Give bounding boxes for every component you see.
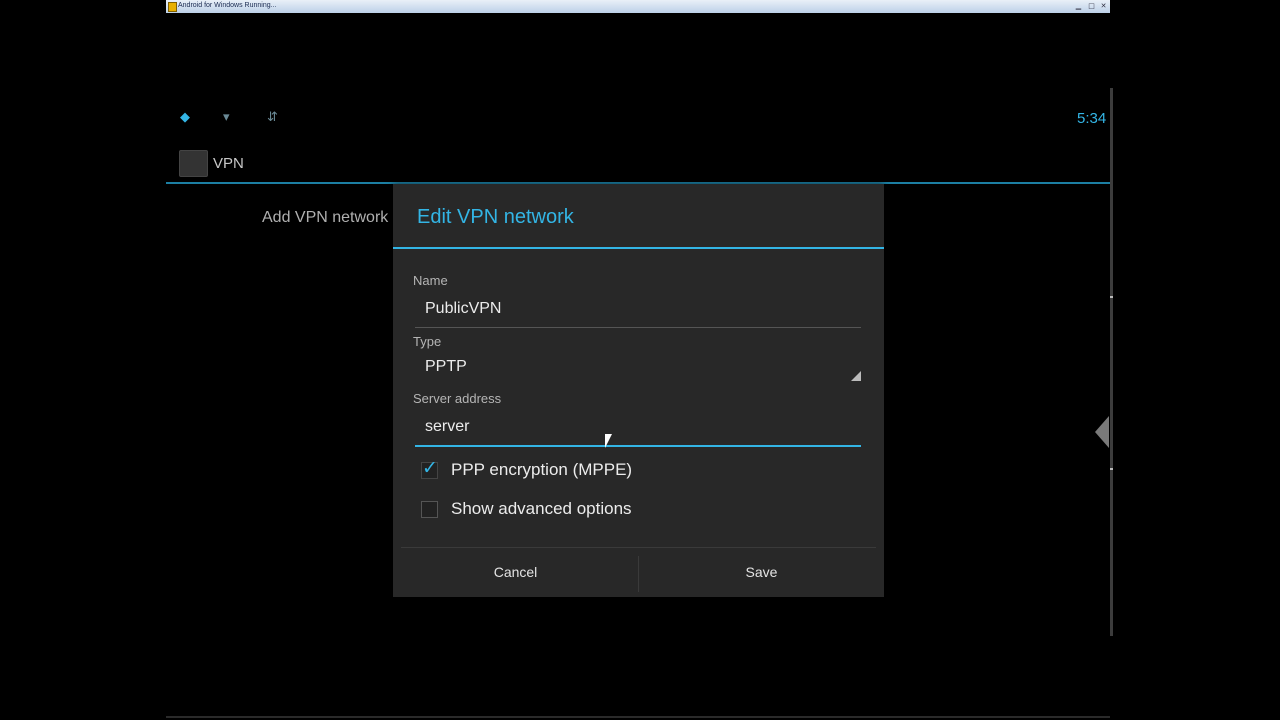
checkmark-icon: ✓ bbox=[422, 457, 438, 479]
edit-vpn-dialog: Edit VPN network Name PublicVPN Type PPT… bbox=[393, 184, 884, 597]
host-window-titlebar: Android for Windows Running... ▁ □ ✕ bbox=[166, 0, 1110, 13]
wifi-icon: ▾ bbox=[223, 110, 230, 125]
mouse-cursor-icon bbox=[605, 434, 612, 448]
name-field[interactable]: PublicVPN bbox=[415, 293, 861, 328]
chevron-left-icon[interactable] bbox=[1095, 416, 1109, 448]
type-select[interactable]: PPTP bbox=[415, 351, 861, 385]
window-edge bbox=[1110, 88, 1113, 636]
advanced-options-checkbox-row[interactable]: Show advanced options bbox=[417, 495, 857, 523]
window-title: Android for Windows Running... bbox=[178, 2, 277, 9]
status-time: 5:34 bbox=[1077, 110, 1107, 127]
name-label: Name bbox=[413, 273, 448, 288]
window-bottom-edge bbox=[166, 716, 1110, 718]
minimize-icon[interactable]: ▁ bbox=[1074, 2, 1083, 10]
vpn-key-icon: ◆ bbox=[180, 110, 190, 125]
usb-icon: ⇵ bbox=[267, 110, 278, 125]
close-icon[interactable]: ✕ bbox=[1099, 2, 1108, 10]
server-address-value: server bbox=[425, 418, 470, 435]
cancel-button[interactable]: Cancel bbox=[393, 548, 638, 597]
action-bar-title: VPN bbox=[213, 155, 244, 172]
settings-app-icon[interactable] bbox=[179, 150, 208, 177]
app-icon bbox=[168, 2, 177, 12]
server-address-field[interactable]: server bbox=[415, 411, 861, 447]
ppp-encryption-checkbox[interactable]: ✓ bbox=[421, 458, 438, 479]
add-vpn-network-item[interactable]: Add VPN network bbox=[262, 208, 388, 228]
dialog-title: Edit VPN network bbox=[417, 206, 574, 228]
dropdown-arrow-icon bbox=[851, 371, 861, 381]
maximize-icon[interactable]: □ bbox=[1087, 2, 1096, 10]
name-value: PublicVPN bbox=[425, 300, 502, 317]
type-value: PPTP bbox=[425, 358, 467, 375]
server-address-label: Server address bbox=[413, 391, 502, 406]
type-label: Type bbox=[413, 334, 442, 349]
ppp-encryption-label: PPP encryption (MPPE) bbox=[451, 460, 633, 479]
save-button[interactable]: Save bbox=[639, 548, 884, 597]
ppp-encryption-checkbox-row[interactable]: ✓ PPP encryption (MPPE) bbox=[417, 456, 857, 484]
advanced-options-checkbox[interactable] bbox=[421, 501, 438, 518]
advanced-options-label: Show advanced options bbox=[451, 499, 632, 518]
dialog-title-divider bbox=[393, 247, 884, 249]
